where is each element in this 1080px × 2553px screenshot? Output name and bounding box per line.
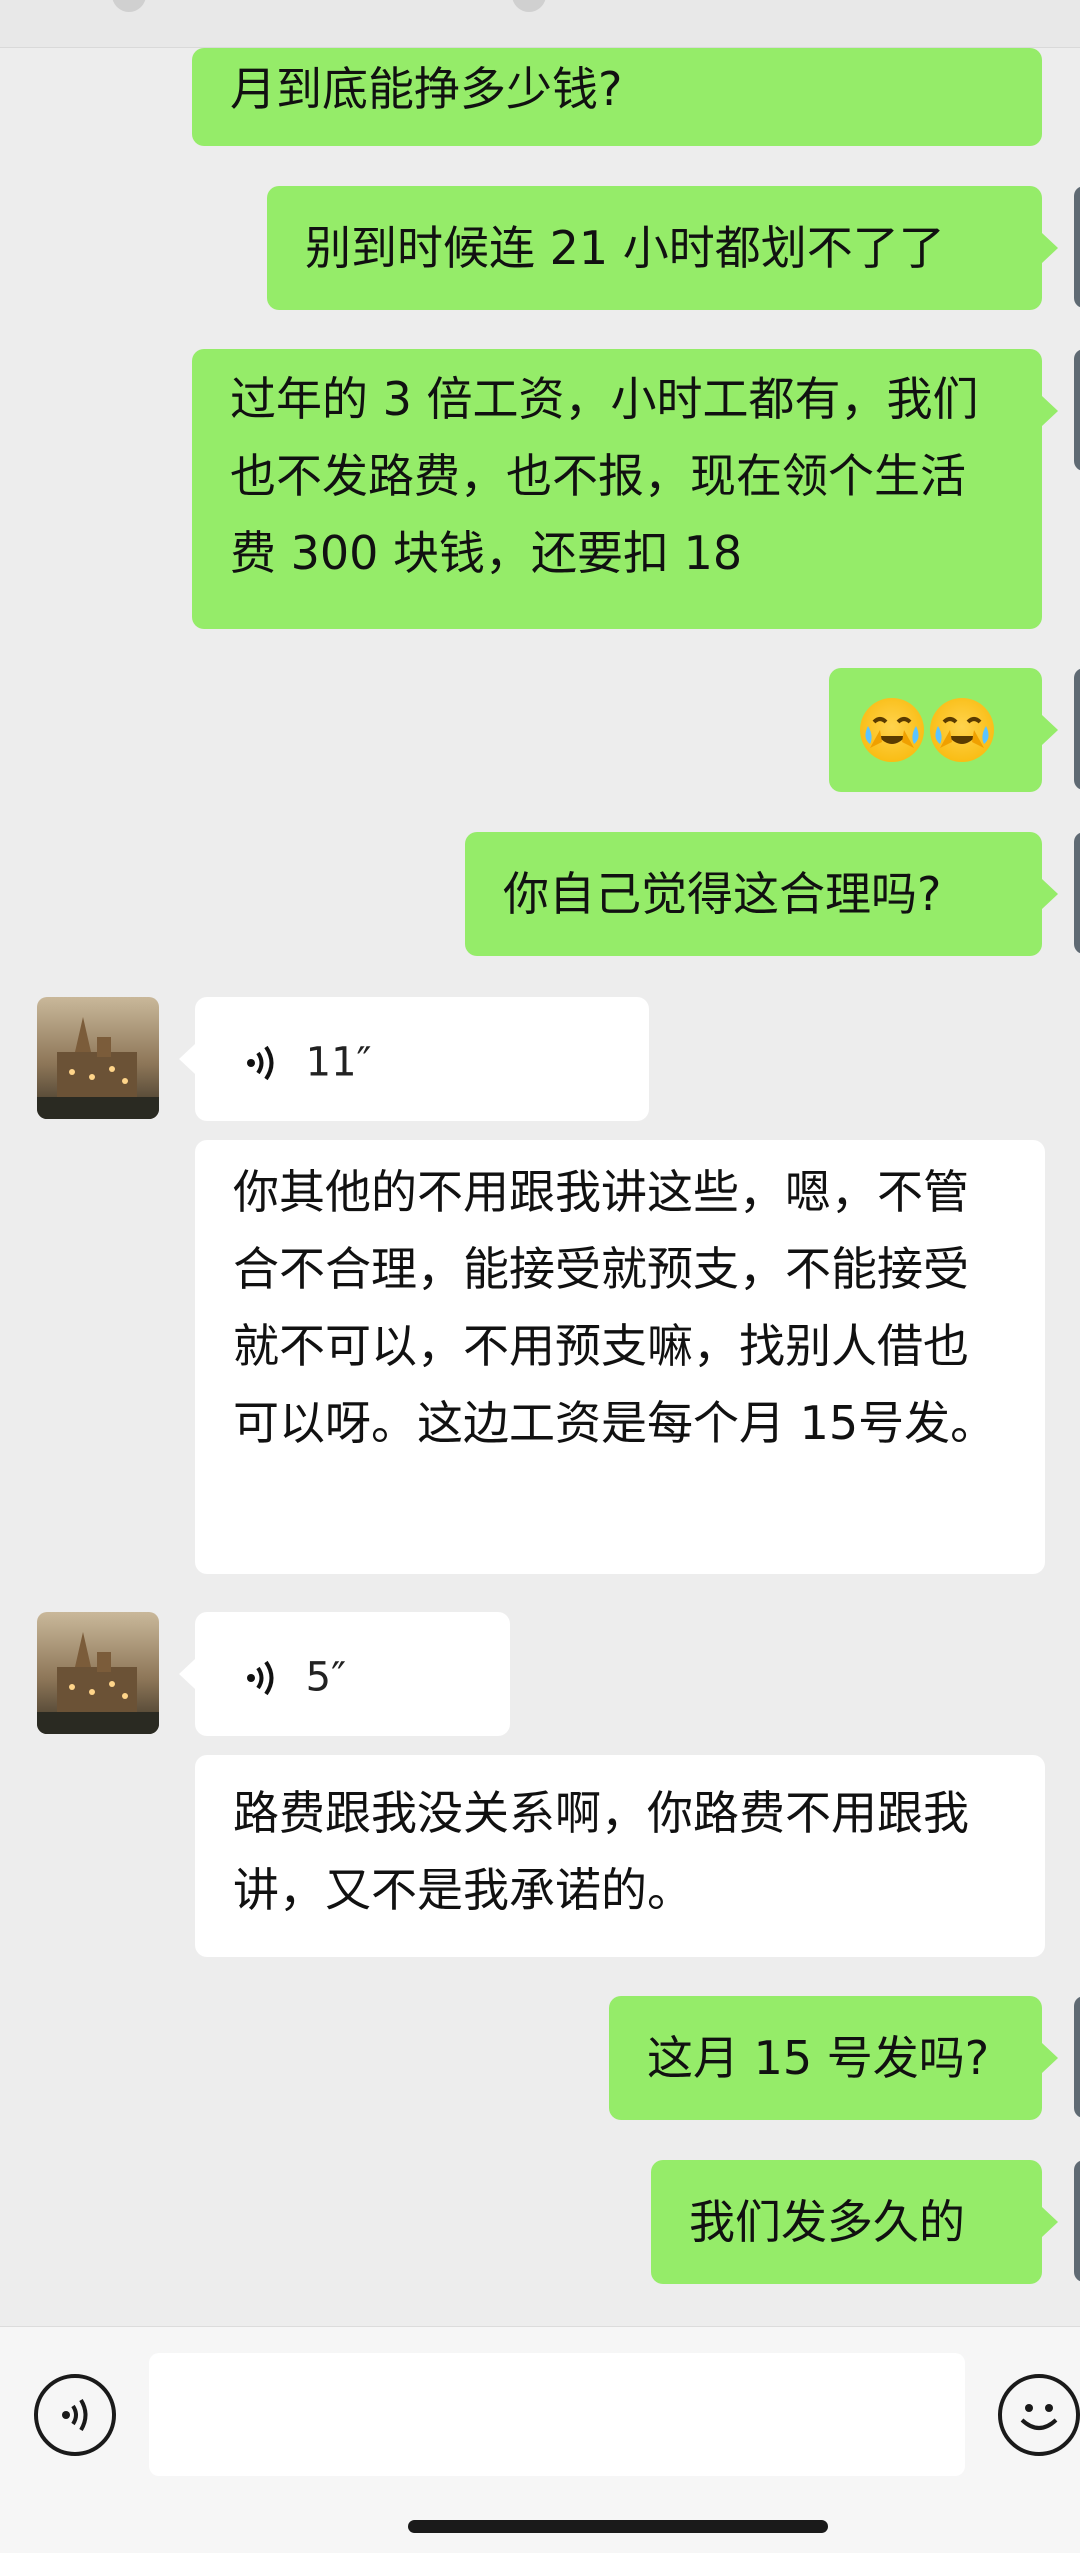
bubble-tail — [1042, 879, 1058, 909]
voice-duration: 5″ — [305, 1654, 347, 1701]
contact-avatar[interactable] — [37, 997, 159, 1119]
my-avatar[interactable] — [1074, 186, 1080, 308]
message-text: 别到时候连 21 小时都划不了了 — [305, 221, 945, 275]
top-bar-edge — [0, 0, 1080, 48]
bubble-tail — [179, 1044, 195, 1074]
my-avatar[interactable] — [1074, 832, 1080, 954]
voice-duration: 11″ — [305, 1039, 372, 1086]
input-bar — [0, 2326, 1080, 2553]
voice-wave-icon — [247, 1045, 274, 1080]
voice-input-toggle[interactable] — [34, 2374, 116, 2456]
message-bubble-me[interactable]: 我们发多久的 — [651, 2160, 1042, 2284]
message-text: 路费跟我没关系啊，你路费不用跟我讲，又不是我承诺的。 — [233, 1786, 969, 1917]
voice-wave-icon — [247, 1660, 274, 1695]
bubble-tail — [1042, 396, 1058, 426]
bubble-tail — [1042, 715, 1058, 745]
my-avatar[interactable] — [1074, 349, 1080, 471]
message-text: 你其他的不用跟我讲这些，嗯，不管合不合理，能接受就预支，不能接受就不可以，不用预… — [233, 1165, 997, 1450]
message-bubble-me[interactable]: 这月 15 号发吗? — [609, 1996, 1042, 2120]
home-indicator[interactable] — [408, 2520, 828, 2533]
bubble-tail — [1042, 233, 1058, 263]
message-bubble-me[interactable]: 别到时候连 21 小时都划不了了 — [267, 186, 1042, 310]
message-text: 你自己觉得这合理吗? — [503, 867, 942, 921]
emoji-icon — [1020, 2404, 1058, 2430]
bubble-tail — [1042, 2043, 1058, 2073]
message-input[interactable] — [149, 2353, 965, 2476]
chat-screen: 月到底能挣多少钱? 别到时候连 21 小时都划不了了 过年的 3 倍工资，小时工… — [0, 0, 1080, 2553]
voice-message-bubble[interactable]: 11″ — [195, 997, 649, 1121]
emoji-button[interactable] — [998, 2374, 1080, 2456]
top-dot-right — [512, 0, 546, 12]
my-avatar[interactable] — [1074, 2160, 1080, 2282]
voice-message-bubble[interactable]: 5″ — [195, 1612, 510, 1736]
my-avatar[interactable] — [1074, 1996, 1080, 2118]
message-bubble-me[interactable]: 月到底能挣多少钱? — [192, 48, 1042, 146]
bubble-tail — [179, 1659, 195, 1689]
message-bubble-them[interactable]: 你其他的不用跟我讲这些，嗯，不管合不合理，能接受就预支，不能接受就不可以，不用预… — [195, 1140, 1045, 1574]
message-bubble-me[interactable]: 过年的 3 倍工资，小时工都有，我们也不发路费，也不报，现在领个生活费 300 … — [192, 349, 1042, 629]
my-avatar[interactable] — [1074, 668, 1080, 790]
bubble-tail — [1042, 2207, 1058, 2237]
message-text: 这月 15 号发吗? — [647, 2031, 990, 2085]
message-bubble-me[interactable]: 你自己觉得这合理吗? — [465, 832, 1042, 956]
contact-avatar[interactable] — [37, 1612, 159, 1734]
cry-laugh-emoji — [860, 698, 924, 762]
cry-laugh-emoji — [930, 698, 994, 762]
message-bubble-me-emoji[interactable] — [829, 668, 1042, 792]
message-text: 我们发多久的 — [689, 2195, 965, 2249]
top-dot-left — [112, 0, 146, 12]
message-text: 月到底能挣多少钱? — [230, 62, 623, 116]
message-bubble-them[interactable]: 路费跟我没关系啊，你路费不用跟我讲，又不是我承诺的。 — [195, 1755, 1045, 1957]
voice-input-icon — [62, 2398, 88, 2432]
message-text: 过年的 3 倍工资，小时工都有，我们也不发路费，也不报，现在领个生活费 300 … — [230, 372, 979, 580]
